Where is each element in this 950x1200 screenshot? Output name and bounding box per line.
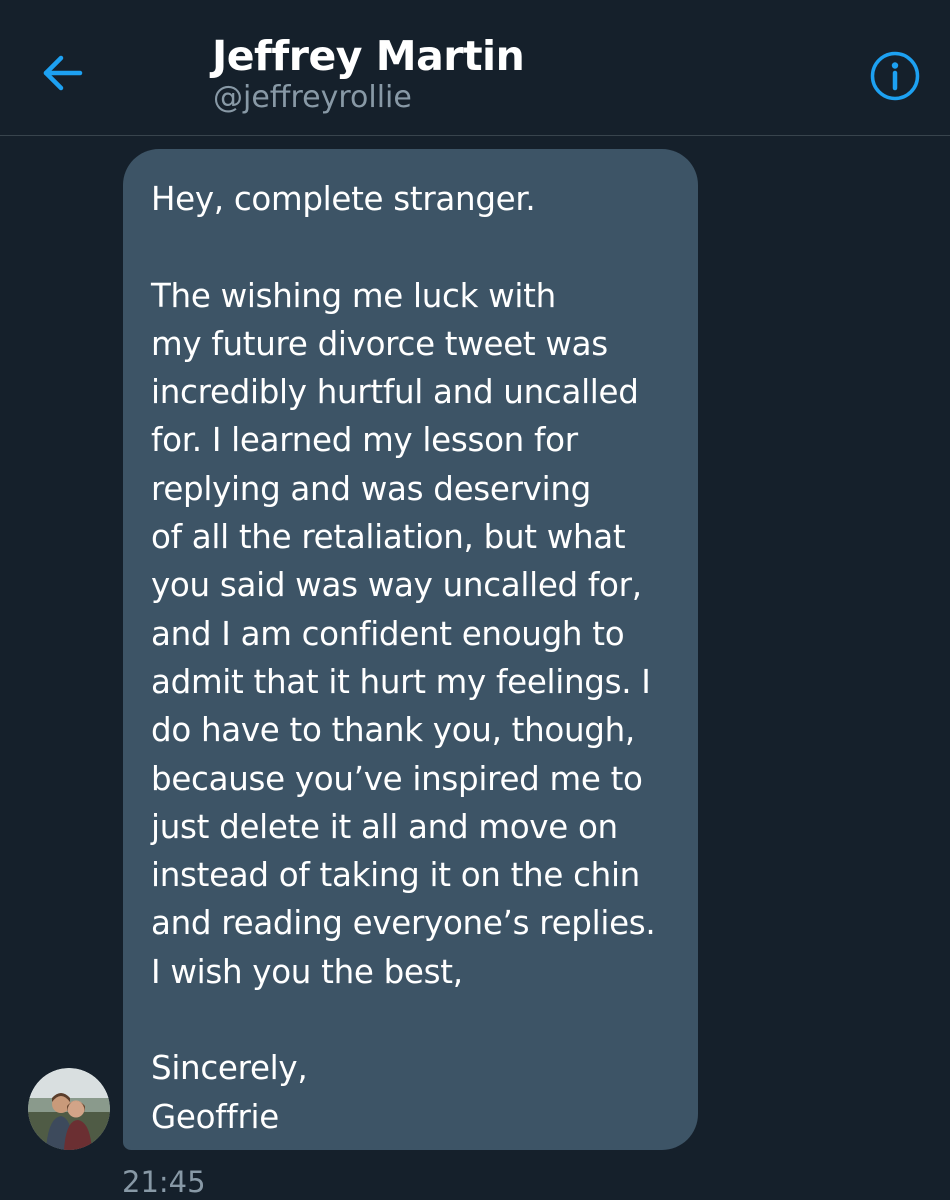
conversation-title[interactable]: Jeffrey Martin (212, 32, 525, 80)
message-thread: Hey, complete stranger. The wishing me l… (0, 136, 950, 1200)
conversation-header: Jeffrey Martin @jeffreyrollie (0, 0, 950, 136)
info-icon (870, 51, 920, 101)
avatar-photo (28, 1068, 110, 1150)
user-handle: @jeffreyrollie (213, 80, 412, 115)
info-button[interactable] (867, 48, 923, 104)
back-button[interactable] (36, 46, 90, 100)
user-avatar[interactable] (28, 1068, 110, 1150)
message-timestamp: 21:45 (122, 1165, 206, 1199)
message-bubble[interactable]: Hey, complete stranger. The wishing me l… (123, 149, 698, 1150)
message-text: Hey, complete stranger. The wishing me l… (151, 180, 656, 1136)
arrow-left-icon (43, 55, 83, 91)
